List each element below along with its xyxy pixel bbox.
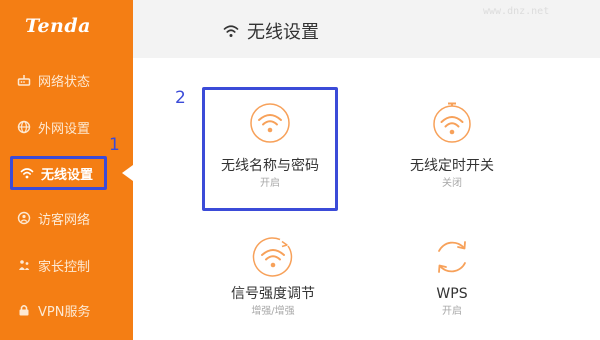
tile-signal-strength[interactable]: 信号强度调节 增强/增强 [208,236,338,319]
tile-label: 信号强度调节 [231,286,315,302]
parental-control-icon [17,258,31,272]
sidebar-item-wireless-settings[interactable]: 无线设置 [10,156,107,190]
sidebar-item-label: 外网设置 [38,121,91,137]
guest-network-icon [17,211,31,225]
sidebar-item-parental-control[interactable]: 家长控制 [17,254,90,276]
tile-wireless-name-password[interactable]: 无线名称与密码 开启 [202,87,338,211]
tile-status: 开启 [442,306,462,317]
tile-label: 无线名称与密码 [221,158,319,174]
sidebar-item-label: 访客网络 [38,212,91,228]
step-1-annotation: 1 [109,135,120,155]
globe-icon [17,120,31,134]
sidebar-item-label: VPN服务 [38,304,91,320]
sidebar-item-label: 家长控制 [38,259,91,275]
page-title-text: 无线设置 [247,22,319,43]
sidebar-item-label: 无线设置 [41,167,94,183]
sidebar: Tenda 网络状态 外网设置 无线设置 访客网络 家长控制 VPN服务 [0,0,133,340]
wifi-signal-strength-icon [252,236,294,278]
active-item-pointer [122,165,133,181]
tile-label: 无线定时开关 [410,158,494,174]
tile-status: 增强/增强 [251,306,295,317]
tile-status: 关闭 [442,178,462,189]
wifi-timer-icon [431,102,473,144]
page-title: 无线设置 [223,18,319,44]
watermark: www.dnz.net [483,6,550,17]
network-status-icon [17,73,31,87]
sidebar-item-wan-settings[interactable]: 外网设置 [17,116,90,138]
step-2-annotation: 2 [175,88,186,108]
vpn-lock-icon [17,303,31,317]
wifi-circle-icon [249,102,291,144]
tile-status: 开启 [260,178,280,189]
sidebar-item-network-status[interactable]: 网络状态 [17,69,90,91]
tenda-logo: Tenda [25,15,91,37]
wps-refresh-icon [431,236,473,278]
sidebar-item-label: 网络状态 [38,74,91,90]
tile-wireless-schedule[interactable]: 无线定时开关 关闭 [387,102,517,191]
wifi-icon [223,23,239,39]
sidebar-item-vpn-service[interactable]: VPN服务 [17,299,90,321]
tile-wps[interactable]: WPS 开启 [387,236,517,319]
tile-label: WPS [436,286,468,302]
sidebar-item-guest-network[interactable]: 访客网络 [17,207,90,229]
wifi-icon [20,166,34,180]
